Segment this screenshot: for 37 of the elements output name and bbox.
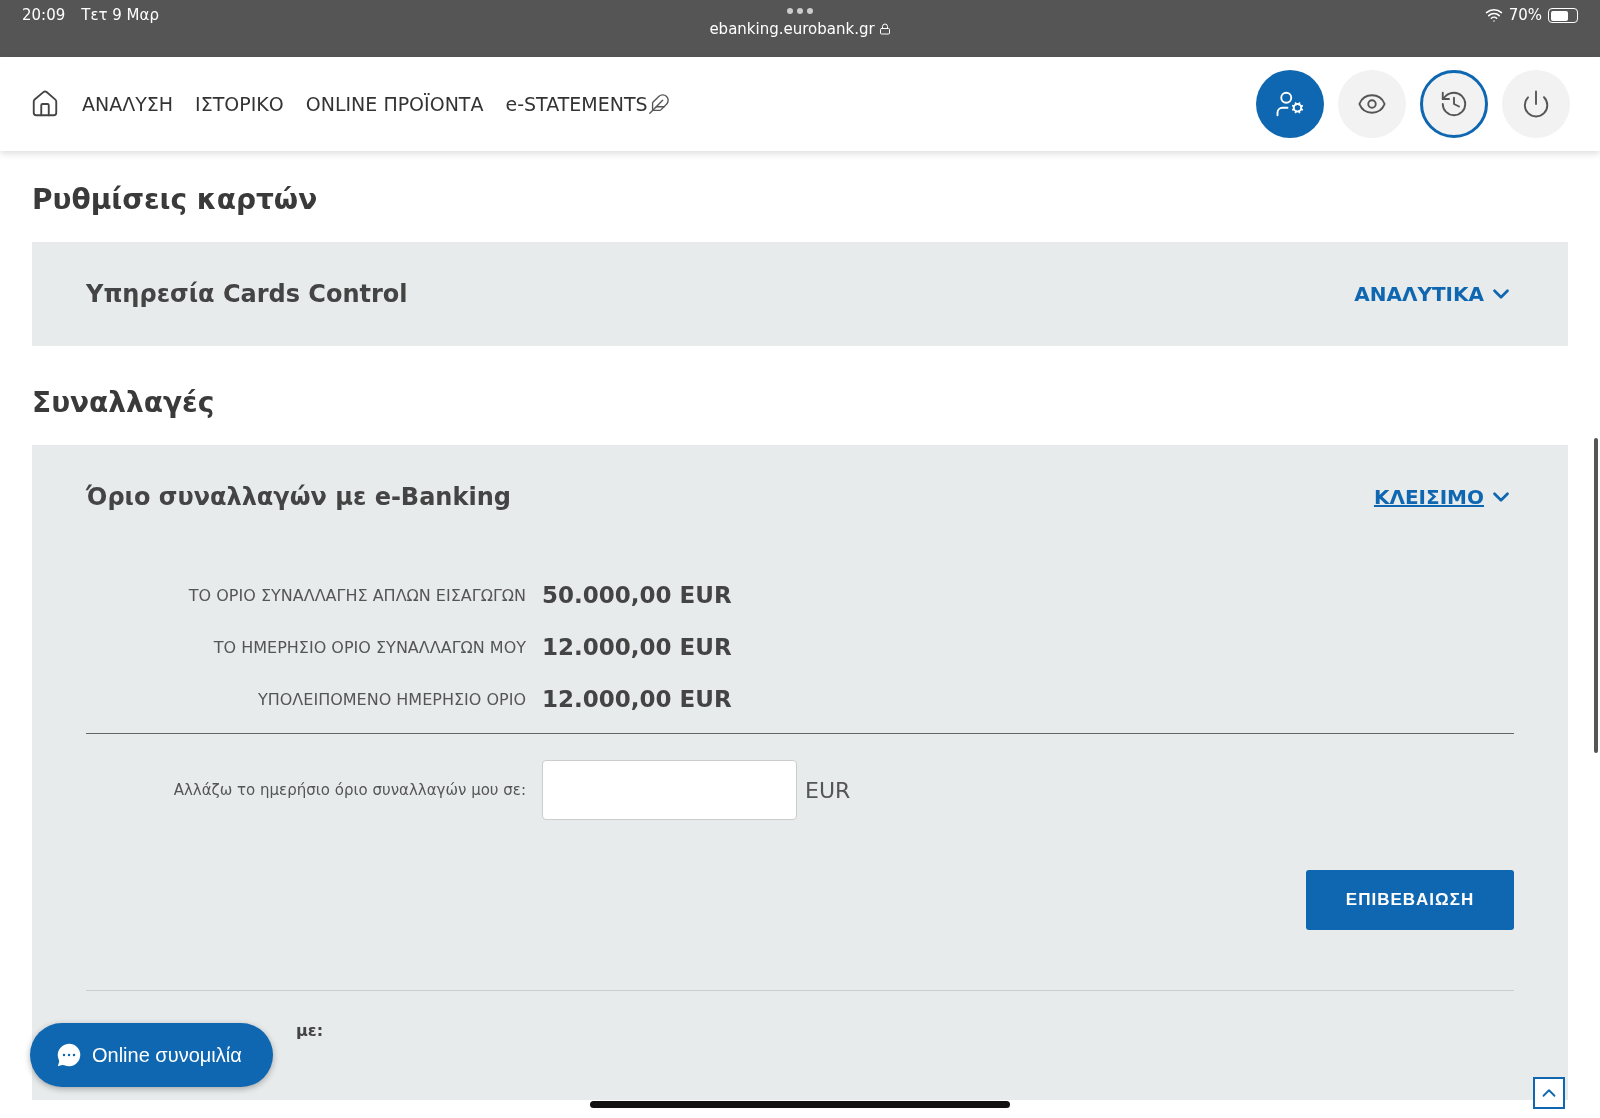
nav-link[interactable]: ΙΣΤΟΡΙΚΟ	[195, 93, 284, 115]
note-heading: με:	[296, 1021, 324, 1040]
limit-value: 50.000,00 EUR	[542, 582, 733, 608]
panel-title: Όριο συναλλαγών με e-Banking	[86, 483, 511, 511]
status-date: Τετ 9 Μαρ	[81, 6, 159, 26]
battery-icon	[1548, 8, 1578, 23]
user-gear-icon	[1275, 89, 1305, 119]
limit-value: 12.000,00 EUR	[542, 634, 733, 660]
limit-label: ΥΠΟΛΕΙΠΟΜΕΝΟ ΗΜΕΡΗΣΙΟ ΟΡΙΟ	[256, 689, 526, 709]
toggle-link[interactable]: ΚΛΕΙΣΙΜΟ	[1373, 484, 1514, 510]
scroll-top-button[interactable]	[1533, 1077, 1565, 1109]
panel-title: Υπηρεσία Cards Control	[86, 280, 408, 308]
status-time: 20:09	[22, 6, 66, 26]
toggle-link[interactable]: ΑΝΑΛΥΤΙΚΑ	[1354, 281, 1514, 307]
more-icon[interactable]	[787, 8, 813, 14]
nav-link[interactable]: ONLINE ΠΡΟΪΟΝΤΑ	[305, 93, 484, 115]
home-icon[interactable]	[30, 89, 60, 119]
limit-label: ΤΟ ΗΜΕΡΗΣΙΟ ΟΡΙΟ ΣΥΝΑΛΛΑΓΩΝ ΜΟΥ	[212, 637, 526, 657]
limit-label: ΤΟ ΟΡΙΟ ΣΥΝΑΛΛΑΓΗΣ ΑΠΛΩΝ ΕΙΣΑΓΩΓΩΝ	[187, 585, 526, 605]
limit-value: 12.000,00 EUR	[542, 686, 733, 712]
section-heading: Ρυθμίσεις καρτών	[32, 183, 319, 216]
section-heading: Συναλλαγές	[32, 386, 216, 419]
chat-icon	[54, 1040, 84, 1070]
limit-input[interactable]	[542, 760, 797, 820]
url-text[interactable]: ebanking.eurobank.gr	[709, 20, 891, 38]
change-limit-label: Αλλάζω το ημερήσιο όριο συναλλαγών μου σε:	[172, 781, 526, 799]
leaf-icon	[647, 93, 670, 115]
power-icon	[1521, 89, 1551, 119]
battery-percent: 70%	[1508, 6, 1542, 24]
nav-link[interactable]: ΑΝΑΛΥΣΗ	[82, 93, 174, 115]
currency-label: EUR	[805, 777, 851, 803]
lock-icon	[878, 23, 891, 35]
nav-link[interactable]: e-STATEMENTS	[505, 93, 648, 115]
wifi-icon	[1484, 6, 1503, 24]
history-icon	[1439, 89, 1469, 119]
confirm-button[interactable]: ΕΠΙΒΕΒΑΙΩΣΗ	[1306, 870, 1514, 930]
chat-button[interactable]: Online συνομιλία	[30, 1023, 273, 1087]
